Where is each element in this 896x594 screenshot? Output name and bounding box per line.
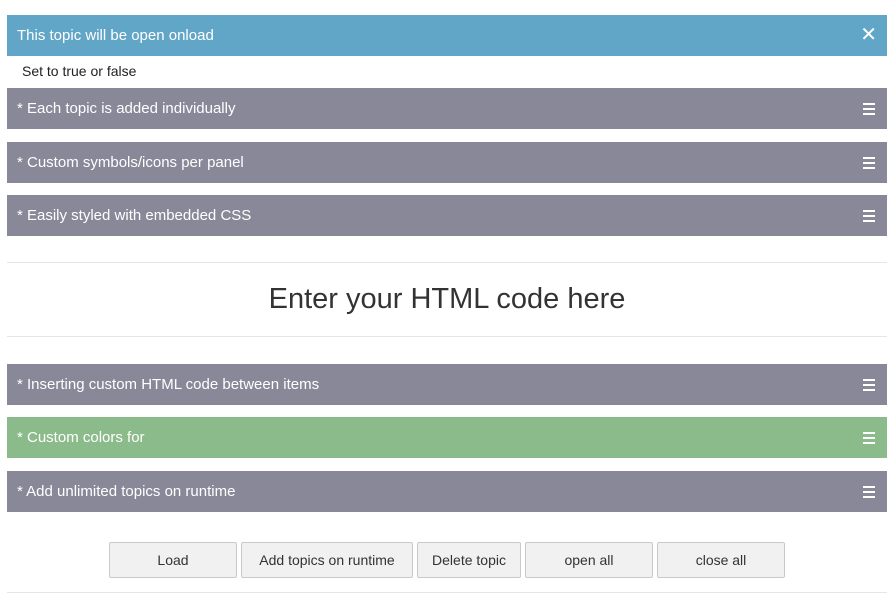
close-icon[interactable]: ✕ xyxy=(860,15,877,56)
panel-header-styled-css[interactable]: * Easily styled with embedded CSS xyxy=(7,195,887,236)
delete-topic-button[interactable]: Delete topic xyxy=(417,542,521,578)
panel-title: * Custom colors for xyxy=(17,429,145,446)
divider xyxy=(7,336,887,337)
open-all-button[interactable]: open all xyxy=(525,542,653,578)
panel-title: * Custom symbols/icons per panel xyxy=(17,154,244,171)
hamburger-icon xyxy=(863,364,877,405)
custom-html-text: Enter your HTML code here xyxy=(268,283,626,315)
divider xyxy=(7,262,887,263)
hamburger-icon xyxy=(863,88,877,129)
panel-header-custom-symbols[interactable]: * Custom symbols/icons per panel xyxy=(7,142,887,183)
panel-header-each-topic[interactable]: * Each topic is added individually xyxy=(7,88,887,129)
hamburger-icon xyxy=(863,471,877,512)
add-topics-button[interactable]: Add topics on runtime xyxy=(241,542,413,578)
panel-header-unlimited-topics[interactable]: * Add unlimited topics on runtime xyxy=(7,471,887,512)
panel-title: * Each topic is added individually xyxy=(17,100,236,117)
panel-header-custom-html[interactable]: * Inserting custom HTML code between ite… xyxy=(7,364,887,405)
panel-title: This topic will be open onload xyxy=(17,27,214,44)
hamburger-icon xyxy=(863,195,877,236)
panel-title: * Easily styled with embedded CSS xyxy=(17,207,252,224)
button-row: Load Add topics on runtime Delete topic … xyxy=(0,542,896,578)
panel-title: * Inserting custom HTML code between ite… xyxy=(17,376,320,393)
panel-title: * Add unlimited topics on runtime xyxy=(17,483,236,500)
close-all-button[interactable]: close all xyxy=(657,542,785,578)
panel-header-custom-colors[interactable]: * Custom colors for xyxy=(7,417,887,458)
panel-header-open-onload[interactable]: This topic will be open onload ✕ xyxy=(7,15,887,56)
bottom-divider xyxy=(7,592,887,593)
load-button[interactable]: Load xyxy=(109,542,237,578)
hamburger-icon xyxy=(863,417,877,458)
hamburger-icon xyxy=(863,142,877,183)
panel-content: Set to true or false xyxy=(22,63,137,79)
